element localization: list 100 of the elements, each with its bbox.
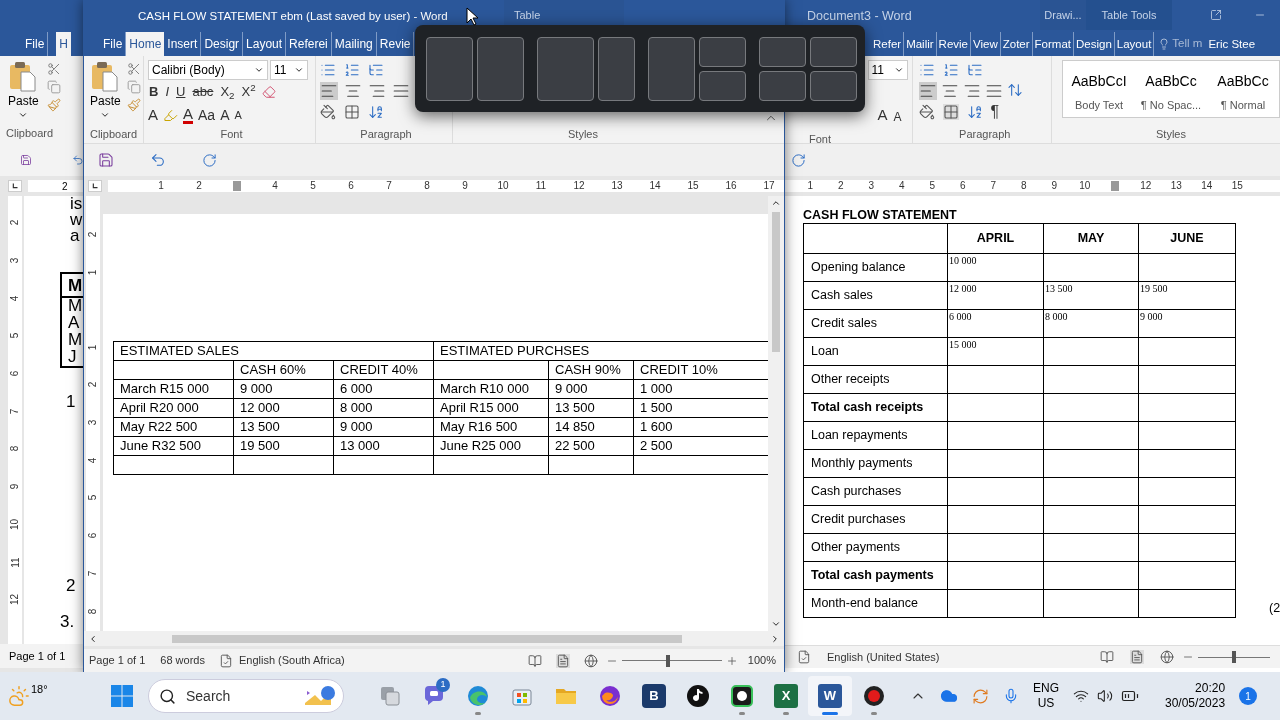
paste-icon[interactable] — [8, 60, 39, 92]
web-layout-icon[interactable] — [583, 653, 598, 668]
caret-icon[interactable] — [100, 110, 111, 120]
borders-icon[interactable] — [942, 104, 959, 120]
show-marks-button[interactable]: ¶ — [990, 104, 1000, 120]
align-right-icon[interactable] — [368, 82, 386, 100]
proofing-icon[interactable] — [218, 653, 233, 668]
align-right-icon[interactable] — [962, 82, 981, 100]
redo-icon[interactable] — [202, 152, 217, 168]
sort-icon[interactable] — [966, 104, 983, 120]
ribbon-tab[interactable]: H — [56, 32, 71, 56]
music-note-icon[interactable] — [686, 684, 710, 708]
layout-zone[interactable] — [699, 36, 746, 67]
layout-zone[interactable] — [598, 36, 635, 101]
numbered-list-icon[interactable] — [344, 62, 360, 78]
font-button[interactable]: A — [234, 106, 242, 124]
record-icon[interactable] — [862, 684, 886, 708]
paint-bucket-icon[interactable] — [320, 104, 336, 120]
word-count[interactable]: 68 words — [160, 652, 205, 669]
sync-icon[interactable] — [972, 687, 989, 705]
layout-zone[interactable] — [699, 70, 746, 101]
spreadsheet-app-icon[interactable]: X — [774, 684, 798, 708]
search-field[interactable]: Search — [148, 679, 344, 713]
font-size-field[interactable]: 11 — [867, 60, 908, 80]
undo-icon[interactable] — [72, 152, 84, 168]
multilevel-list-icon[interactable] — [368, 62, 384, 78]
language-status[interactable]: English (South Africa) — [238, 652, 345, 669]
eraser-icon[interactable] — [261, 85, 276, 99]
scissors-icon[interactable] — [46, 62, 61, 76]
ribbon-tab[interactable]: Home — [126, 32, 165, 56]
read-mode-icon[interactable] — [1099, 650, 1114, 664]
bullet-list-icon[interactable] — [918, 62, 935, 78]
read-mode-icon[interactable] — [527, 653, 542, 668]
vertical-scrollbar[interactable] — [768, 196, 784, 631]
shrink-font-button[interactable]: A — [893, 108, 902, 126]
layout-zone[interactable] — [810, 70, 857, 101]
justify-icon[interactable] — [984, 82, 1003, 100]
style-option[interactable]: AaBbCc ¶ Normal — [1207, 61, 1279, 117]
format-button[interactable]: abc — [191, 82, 215, 102]
line-spacing-icon[interactable] — [1006, 82, 1023, 98]
volume-icon[interactable] — [1097, 688, 1113, 704]
browser-icon[interactable] — [598, 684, 622, 708]
game-icon[interactable] — [730, 684, 754, 708]
paste-icon[interactable] — [90, 60, 121, 92]
scroll-left-icon[interactable] — [88, 633, 98, 644]
copy-icon[interactable] — [46, 80, 61, 94]
format-button[interactable]: I — [164, 82, 170, 102]
undo-icon[interactable] — [150, 152, 166, 168]
zoom-slider-thumb[interactable] — [665, 654, 670, 667]
layout-zone[interactable] — [648, 36, 695, 101]
scroll-down-icon[interactable] — [771, 619, 781, 629]
layout-zone[interactable] — [537, 36, 594, 101]
zoom-slider-thumb[interactable] — [1231, 651, 1236, 663]
caret-icon[interactable] — [18, 110, 29, 120]
borders-icon[interactable] — [344, 104, 360, 120]
tab-stop-icon[interactable] — [88, 180, 102, 192]
scroll-right-icon[interactable] — [770, 633, 780, 644]
zoom-slider[interactable] — [1197, 651, 1270, 663]
print-layout-icon[interactable] — [1129, 650, 1144, 664]
font-button[interactable]: Aa — [198, 104, 216, 126]
notification-count[interactable]: 1 — [1239, 687, 1258, 705]
align-left-icon[interactable] — [320, 82, 338, 100]
paintbrush-icon[interactable] — [126, 98, 141, 112]
caret-icon[interactable] — [254, 65, 264, 75]
paint-bucket-icon[interactable] — [918, 104, 935, 120]
zoom-slider[interactable] — [621, 654, 722, 667]
redo-icon[interactable] — [791, 152, 806, 168]
temperature[interactable]: 18° — [31, 680, 48, 698]
layout-zone[interactable] — [477, 36, 524, 101]
align-center-icon[interactable] — [344, 82, 362, 100]
layout-zone[interactable] — [426, 36, 473, 101]
format-button[interactable]: X$_{2}$ — [219, 82, 236, 102]
bullet-list-icon[interactable] — [320, 62, 336, 78]
caret-icon[interactable] — [893, 65, 904, 75]
scrollbar-thumb[interactable] — [772, 212, 780, 352]
zoom-in-icon[interactable] — [725, 654, 738, 667]
clock[interactable]: 20:20 30/05/2023 — [1165, 681, 1226, 711]
user-name[interactable]: Eric Stee — [1208, 32, 1256, 56]
style-option[interactable]: AaBbCcI Body Text — [1063, 61, 1135, 117]
highlighter-icon[interactable] — [163, 107, 178, 123]
web-layout-icon[interactable] — [1159, 650, 1174, 664]
paste-label[interactable]: Paste — [90, 92, 121, 110]
save-icon[interactable] — [20, 152, 32, 168]
input-language[interactable]: ENG US — [1033, 681, 1059, 711]
task-view-icon[interactable] — [378, 684, 402, 708]
caret-icon[interactable] — [294, 65, 304, 75]
font-button[interactable]: A — [183, 106, 194, 124]
save-icon[interactable] — [98, 152, 114, 168]
wifi-icon[interactable] — [1073, 688, 1089, 704]
tell-me-field[interactable]: Tell m — [1158, 32, 1203, 56]
scrollbar-thumb[interactable] — [172, 634, 682, 643]
grow-font-button[interactable]: A — [877, 103, 888, 126]
format-button[interactable]: U — [175, 82, 187, 102]
horizontal-scrollbar[interactable] — [84, 631, 784, 646]
scissors-icon[interactable] — [126, 62, 141, 76]
layout-zone[interactable] — [759, 36, 806, 67]
font-button[interactable]: A — [220, 104, 230, 126]
format-button[interactable]: X$^{2}$ — [240, 82, 257, 102]
scroll-up-icon[interactable] — [771, 198, 781, 208]
zoom-level[interactable]: 100% — [747, 652, 776, 669]
